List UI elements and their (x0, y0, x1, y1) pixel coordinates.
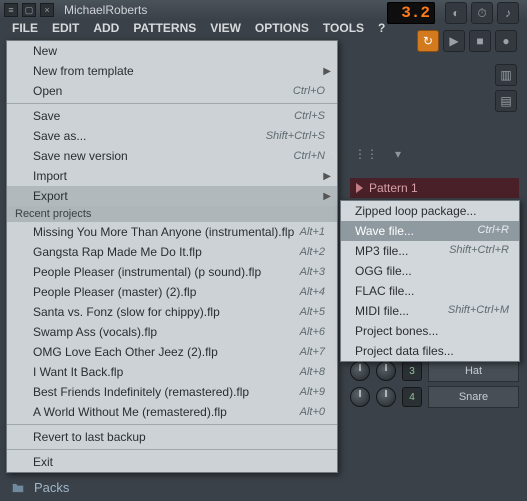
menu-item-new[interactable]: New (7, 41, 337, 61)
recent-project-item[interactable]: OMG Love Each Other Jeez (2).flpAlt+7 (7, 342, 337, 362)
pan-knob[interactable] (350, 361, 370, 381)
export-flac-file[interactable]: FLAC file... (341, 281, 519, 301)
track-row: 4 Snare (350, 386, 519, 408)
menu-add[interactable]: ADD (87, 20, 125, 38)
steps-icon[interactable]: ⋮⋮ (357, 145, 375, 163)
window-menu-button[interactable]: ≡ (4, 3, 18, 17)
menu-tools[interactable]: TOOLS (317, 20, 370, 38)
menu-separator (7, 424, 337, 425)
menu-view[interactable]: VIEW (204, 20, 247, 38)
pattern-label: Pattern 1 (369, 181, 418, 195)
export-submenu: Zipped loop package... Wave file...Ctrl+… (340, 200, 520, 362)
export-zipped-loop[interactable]: Zipped loop package... (341, 201, 519, 221)
count-icon[interactable]: ♪ (497, 2, 519, 24)
export-midi-file[interactable]: MIDI file...Shift+Ctrl+M (341, 301, 519, 321)
stop-button[interactable]: ■ (469, 30, 491, 52)
metronome-icon[interactable]: ◐ (445, 2, 467, 24)
pattern-song-toggle[interactable]: ↻ (417, 30, 439, 52)
piano-roll-icon[interactable]: ▤ (495, 90, 517, 112)
file-menu-dropdown: New New from template▶ OpenCtrl+O SaveCt… (6, 40, 338, 473)
channel-number[interactable]: 4 (402, 387, 422, 407)
menu-item-save-new-version[interactable]: Save new versionCtrl+N (7, 146, 337, 166)
view-shortcut-group: ▥ ▤ (495, 64, 517, 112)
export-project-data[interactable]: Project data files... (341, 341, 519, 361)
recent-project-item[interactable]: A World Without Me (remastered).flpAlt+0 (7, 402, 337, 422)
tempo-display[interactable]: 3.2 (387, 2, 435, 24)
transport-controls: ↻ ▶ ■ ● (417, 30, 517, 52)
volume-knob[interactable] (376, 361, 396, 381)
recent-project-item[interactable]: I Want It Back.flpAlt+8 (7, 362, 337, 382)
menu-patterns[interactable]: PATTERNS (127, 20, 202, 38)
menu-options[interactable]: OPTIONS (249, 20, 315, 38)
recent-projects-header: Recent projects (7, 206, 337, 222)
top-icon-group: ◐ ⏱ ♪ (445, 2, 519, 24)
packs-label: Packs (34, 480, 69, 495)
close-button[interactable]: × (40, 3, 54, 17)
export-ogg-file[interactable]: OGG file... (341, 261, 519, 281)
menu-item-export[interactable]: Export▶ (7, 186, 337, 206)
channel-label[interactable]: Hat (428, 360, 519, 382)
window-title: MichaelRoberts (64, 3, 147, 17)
playlist-icon[interactable]: ▥ (495, 64, 517, 86)
menu-separator (7, 449, 337, 450)
recent-project-item[interactable]: People Pleaser (instrumental) (p sound).… (7, 262, 337, 282)
menu-edit[interactable]: EDIT (46, 20, 85, 38)
menu-item-open[interactable]: OpenCtrl+O (7, 81, 337, 101)
track-row: 3 Hat (350, 360, 519, 382)
recent-project-item[interactable]: Gangsta Rap Made Me Do It.flpAlt+2 (7, 242, 337, 262)
menu-item-import[interactable]: Import▶ (7, 166, 337, 186)
menu-item-exit[interactable]: Exit (7, 452, 337, 472)
menu-item-save-as[interactable]: Save as...Shift+Ctrl+S (7, 126, 337, 146)
browser-packs[interactable]: Packs (10, 480, 69, 495)
export-mp3-file[interactable]: MP3 file...Shift+Ctrl+R (341, 241, 519, 261)
channel-label[interactable]: Snare (428, 386, 519, 408)
recent-project-item[interactable]: Missing You More Than Anyone (instrument… (7, 222, 337, 242)
channel-rack: 3 Hat 4 Snare (350, 360, 519, 412)
recent-project-item[interactable]: Santa vs. Fonz (slow for chippy).flpAlt+… (7, 302, 337, 322)
volume-knob[interactable] (376, 387, 396, 407)
chevron-right-icon: ▶ (323, 191, 331, 202)
menu-item-save[interactable]: SaveCtrl+S (7, 106, 337, 126)
recent-project-item[interactable]: Best Friends Indefinitely (remastered).f… (7, 382, 337, 402)
menu-bar: FILE EDIT ADD PATTERNS VIEW OPTIONS TOOL… (6, 20, 391, 38)
pattern-selector[interactable]: Pattern 1 (350, 178, 519, 198)
menu-item-revert[interactable]: Revert to last backup (7, 427, 337, 447)
folder-icon (10, 481, 26, 495)
play-button[interactable]: ▶ (443, 30, 465, 52)
minimize-button[interactable]: ▢ (22, 3, 36, 17)
export-wave-file[interactable]: Wave file...Ctrl+R (341, 221, 519, 241)
recent-project-item[interactable]: People Pleaser (master) (2).flpAlt+4 (7, 282, 337, 302)
menu-file[interactable]: FILE (6, 20, 44, 38)
export-project-bones[interactable]: Project bones... (341, 321, 519, 341)
record-button[interactable]: ● (495, 30, 517, 52)
menu-separator (7, 103, 337, 104)
menu-item-new-from-template[interactable]: New from template▶ (7, 61, 337, 81)
channel-number[interactable]: 3 (402, 361, 422, 381)
options-icon[interactable]: ▾ (389, 145, 407, 163)
chevron-right-icon: ▶ (323, 171, 331, 182)
recent-project-item[interactable]: Swamp Ass (vocals).flpAlt+6 (7, 322, 337, 342)
chevron-right-icon: ▶ (323, 66, 331, 77)
pan-knob[interactable] (350, 387, 370, 407)
wait-icon[interactable]: ⏱ (471, 2, 493, 24)
